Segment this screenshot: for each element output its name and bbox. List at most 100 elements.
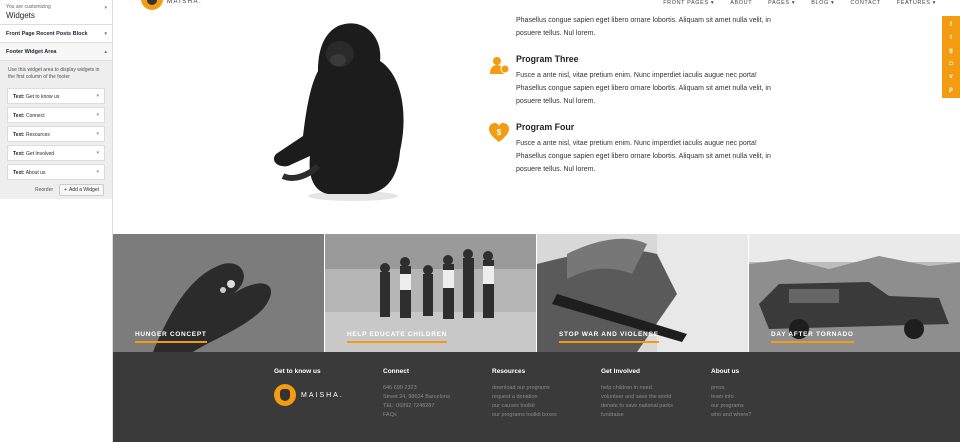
widget-about-us[interactable]: Text: About us ▾ (7, 164, 105, 180)
facebook-icon[interactable]: f (950, 22, 952, 28)
widget-prefix: Text: (13, 94, 25, 100)
footer-col-title: About us (711, 368, 740, 375)
site-header: MAISHA. FRONT PAGES ▾ ABOUT PAGES ▾ BLOG… (113, 0, 960, 14)
instagram-icon[interactable]: ◘ (949, 61, 953, 67)
address-text: Street 24, 98634 Barcelona (383, 394, 450, 400)
program-text: Fusce a ante nisl, vitae pretium enim. N… (516, 140, 771, 173)
site-logo[interactable]: MAISHA. (141, 0, 202, 10)
heart-dollar-icon: $ (489, 123, 509, 142)
widget-prefix: Text: (13, 170, 25, 176)
tel-text: TEL: 06892 7248287 (383, 403, 435, 409)
footer-link[interactable]: press (711, 384, 751, 393)
footer-logo-text: MAISHA. (301, 391, 344, 399)
gallery-tile-tornado[interactable]: DAY AFTER TORNADO (749, 234, 960, 352)
program-text: Fusce a ante nisl, vitae pretium enim. N… (516, 72, 771, 105)
footer-logo[interactable]: MAISHA. (274, 384, 344, 406)
gallery-tile-hunger[interactable]: HUNGER CONCEPT (113, 234, 324, 352)
widget-name: About us (25, 170, 46, 176)
nav-blog[interactable]: BLOG ▾ (811, 0, 834, 6)
footer-link[interactable]: fundraise (601, 411, 673, 420)
footer-link[interactable]: volunteer and save the world (601, 393, 673, 402)
footer-link[interactable]: donate to save national parks (601, 402, 673, 411)
google-plus-icon[interactable]: g (949, 48, 953, 54)
program-two-text: Phasellus congue sapien eget libero orna… (516, 17, 771, 37)
customizing-subtitle: You are customizing (6, 4, 51, 10)
program-three: Program Three Fusce a ante nisl, vitae p… (490, 54, 786, 108)
nav-pages[interactable]: PAGES ▾ (768, 0, 795, 6)
gallery-tile-war[interactable]: STOP WAR AND VIOLENCE (537, 234, 748, 352)
footer-col-title: Resources (492, 368, 526, 375)
site-footer: Get to know us MAISHA. Connect 646 699 2… (113, 352, 960, 442)
tile-label: HUNGER CONCEPT (135, 331, 207, 343)
vimeo-icon[interactable]: v (949, 74, 952, 80)
chevron-down-icon: ▾ (96, 93, 99, 99)
nav-front-pages[interactable]: FRONT PAGES ▾ (663, 0, 714, 6)
program-four: $ Program Four Fusce a ante nisl, vitae … (489, 122, 786, 176)
footer-link[interactable]: our causes toolkit (492, 402, 557, 411)
programs-content: Phasellus congue sapien eget libero orna… (489, 14, 776, 173)
sidebar-empty-area (0, 199, 112, 442)
program-title: Program Three (516, 54, 579, 64)
nav-about[interactable]: ABOUT (730, 0, 752, 6)
chevron-down-icon: ▾ (96, 112, 99, 118)
footer-link[interactable]: our programs (711, 402, 751, 411)
gorilla-image (273, 23, 404, 201)
footer-col-get-involved: Get Involved help children in need volun… (601, 368, 673, 420)
phone-text: 646 699 2323 (383, 385, 417, 391)
footer-link[interactable]: who and where? (711, 411, 751, 420)
footer-col-title: Connect (383, 368, 409, 375)
section-label: Front Page Recent Posts Block (6, 31, 88, 37)
chevron-down-icon[interactable]: ▾ (104, 5, 107, 11)
footer-link[interactable]: download our programs (492, 384, 557, 393)
gallery-tile-educate[interactable]: HELP EDUCATE CHILDREN (325, 234, 536, 352)
program-title: Program Four (516, 122, 575, 132)
volunteer-person-icon (490, 57, 510, 74)
section-label: Footer Widget Area (6, 49, 57, 55)
widget-prefix: Text: (13, 151, 25, 157)
svg-text:$: $ (497, 128, 502, 137)
nav-contact[interactable]: CONTACT (850, 0, 880, 6)
panel-title: Widgets (6, 11, 35, 20)
pinterest-icon[interactable]: p (949, 87, 953, 93)
footer-link[interactable]: our programs toolkit boxes (492, 411, 557, 420)
section-description: Use this widget area to display widgets … (8, 67, 100, 80)
chevron-down-icon: ▾ (104, 31, 107, 37)
footer-col-about-us: About us press team info our programs wh… (711, 368, 751, 420)
tile-label: DAY AFTER TORNADO (771, 331, 854, 343)
widget-prefix: Text: (13, 132, 25, 138)
chevron-up-icon: ▴ (104, 49, 107, 55)
widget-actions: Reorder + Add a Widget (0, 180, 112, 200)
add-widget-label: Add a Widget (68, 187, 99, 193)
footer-col-get-to-know-us: Get to know us MAISHA. (274, 368, 344, 406)
nav-features[interactable]: FEATURES ▾ (897, 0, 936, 6)
faqs-link[interactable]: FAQs (383, 411, 450, 420)
logo-text: MAISHA. (167, 0, 203, 5)
monkey-logo-icon (274, 384, 296, 406)
footer-link[interactable]: team info (711, 393, 751, 402)
widget-get-involved[interactable]: Text: Get Involved ▾ (7, 145, 105, 161)
main-nav: FRONT PAGES ▾ ABOUT PAGES ▾ BLOG ▾ CONTA… (663, 0, 936, 6)
tile-label: STOP WAR AND VIOLENCE (559, 331, 659, 343)
footer-col-connect: Connect 646 699 2323 Street 24, 98634 Ba… (383, 368, 450, 420)
footer-link[interactable]: help children in need (601, 384, 673, 393)
footer-link[interactable]: request a donation (492, 393, 557, 402)
causes-gallery: HUNGER CONCEPT HELP EDUCATE CHILDREN STO… (113, 234, 960, 352)
customizer-header[interactable]: You are customizing Widgets ▾ (0, 0, 112, 25)
chevron-down-icon: ▾ (96, 150, 99, 156)
section-footer-widget-area[interactable]: Footer Widget Area ▴ (0, 43, 112, 61)
widget-connect[interactable]: Text: Connect ▾ (7, 107, 105, 123)
footer-col-title: Get Involved (601, 368, 641, 375)
widget-name: Resources (25, 132, 50, 138)
widget-get-to-know-us[interactable]: Text: Get to know us ▾ (7, 88, 105, 104)
add-widget-button[interactable]: + Add a Widget (59, 184, 104, 196)
reorder-link[interactable]: Reorder (35, 187, 53, 193)
section-front-page-recent-posts[interactable]: Front Page Recent Posts Block ▾ (0, 25, 112, 43)
widget-resources[interactable]: Text: Resources ▾ (7, 126, 105, 142)
twitter-icon[interactable]: t (950, 35, 952, 41)
widget-name: Connect (25, 113, 45, 119)
plus-icon: + (64, 187, 67, 193)
footer-col-resources: Resources download our programs request … (492, 368, 557, 420)
chevron-down-icon: ▾ (96, 131, 99, 137)
customizer-app: You are customizing Widgets ▾ Front Page… (0, 0, 960, 442)
widget-name: Get to know us (25, 94, 60, 100)
